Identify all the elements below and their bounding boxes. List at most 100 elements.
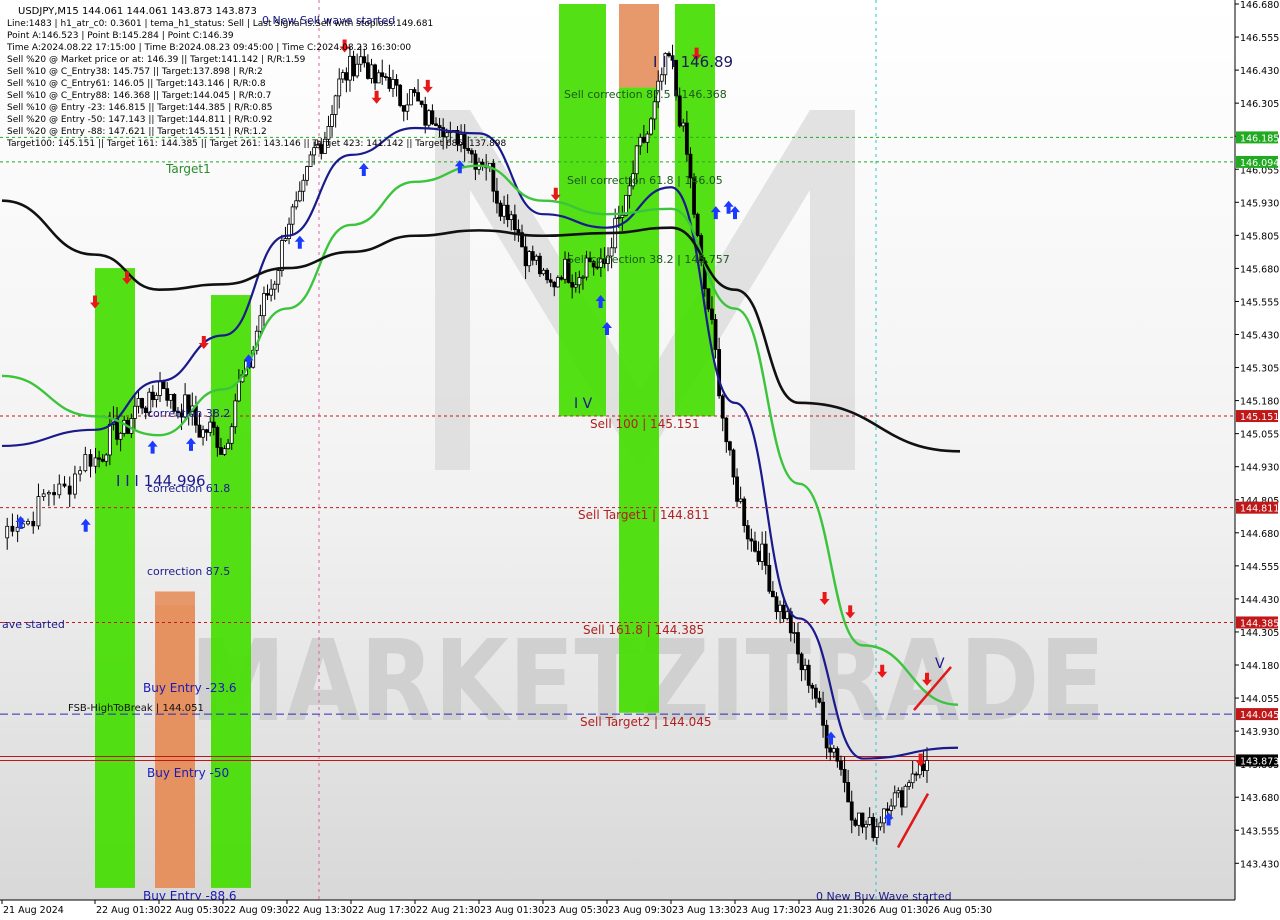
candle-body bbox=[767, 564, 772, 592]
candle-body bbox=[283, 238, 288, 241]
candle-body bbox=[233, 400, 238, 428]
candle-body bbox=[541, 269, 546, 275]
candle-body bbox=[498, 202, 503, 217]
price-tick-label: 145.180 bbox=[1240, 397, 1279, 408]
info-line: Sell %10 @ C_Entry88: 146.368 || Target:… bbox=[7, 91, 271, 101]
price-tick-label: 144.055 bbox=[1240, 694, 1279, 705]
candle-body bbox=[681, 122, 686, 127]
candle-body bbox=[272, 283, 277, 290]
price-tag-label: 144.045 bbox=[1240, 710, 1279, 721]
candle-body bbox=[330, 114, 334, 127]
candle-body bbox=[545, 269, 549, 281]
candle-body bbox=[853, 819, 858, 826]
candle-body bbox=[401, 105, 406, 112]
target1-label: Target1 bbox=[165, 162, 211, 176]
candle-body bbox=[860, 812, 865, 828]
price-tick-label: 145.805 bbox=[1240, 231, 1279, 242]
candle-body bbox=[26, 520, 30, 525]
candle-body bbox=[509, 214, 514, 220]
sell-1618-label: Sell 161.8 | 144.385 bbox=[583, 623, 704, 637]
candle-body bbox=[373, 64, 377, 84]
candle-body bbox=[337, 78, 342, 97]
candle-body bbox=[97, 457, 101, 460]
zone-0 bbox=[95, 268, 135, 888]
chart-window: MARKETZITRADE 0 New Sell wave started 0 … bbox=[0, 0, 1280, 920]
candle-body bbox=[409, 89, 413, 106]
candle-body bbox=[555, 277, 560, 288]
candle-body bbox=[864, 824, 868, 828]
candle-body bbox=[294, 200, 299, 208]
candle-body bbox=[36, 496, 41, 527]
candle-body bbox=[67, 485, 72, 495]
candle-body bbox=[88, 454, 93, 467]
candle-body bbox=[907, 782, 911, 787]
candle-body bbox=[52, 492, 56, 496]
candle-body bbox=[796, 632, 800, 655]
price-tag-label: 144.811 bbox=[1240, 504, 1279, 515]
candle-body bbox=[419, 100, 424, 105]
candle-body bbox=[83, 454, 88, 472]
candle-body bbox=[760, 543, 765, 562]
candle-body bbox=[839, 760, 843, 770]
candle-body bbox=[753, 540, 757, 552]
price-tick-label: 146.680 bbox=[1240, 0, 1279, 11]
candle-body bbox=[710, 308, 714, 320]
candle-body bbox=[813, 687, 818, 699]
candle-body bbox=[763, 543, 768, 566]
candle-body bbox=[512, 214, 517, 230]
info-line: Point A:146.523 | Point B:145.284 | Poin… bbox=[7, 31, 234, 41]
price-tick-label: 145.055 bbox=[1240, 430, 1279, 441]
candle-body bbox=[118, 432, 123, 440]
candle-body bbox=[495, 190, 499, 204]
sell-correction-382-label: Sell correction 38.2 | 145.757 bbox=[567, 253, 730, 266]
time-tick-label: 22 Aug 09:30 bbox=[224, 905, 288, 916]
candle-body bbox=[348, 55, 352, 81]
candle-body bbox=[770, 590, 775, 598]
info-line: Sell %10 @ Entry -23: 146.815 || Target:… bbox=[7, 103, 272, 113]
candle-body bbox=[581, 276, 585, 279]
price-tick-label: 143.430 bbox=[1240, 859, 1279, 870]
candle-body bbox=[896, 790, 901, 794]
candle-body bbox=[365, 62, 370, 79]
price-tick-label: 145.305 bbox=[1240, 364, 1279, 375]
candle-body bbox=[616, 217, 621, 219]
candle-body bbox=[828, 747, 833, 753]
candle-body bbox=[803, 664, 808, 671]
candle-body bbox=[781, 604, 786, 619]
candle-body bbox=[262, 293, 266, 317]
candle-body bbox=[756, 550, 761, 562]
candle-body bbox=[57, 483, 62, 496]
candle-body bbox=[394, 79, 399, 86]
correction-382-label: correction 38.2 bbox=[147, 407, 230, 420]
candle-body bbox=[713, 319, 718, 350]
candle-body bbox=[634, 145, 639, 175]
candle-body bbox=[731, 449, 736, 478]
wave-started-left-label: ave started bbox=[2, 618, 65, 631]
time-tick-label: 26 Aug 05:30 bbox=[928, 905, 992, 916]
candle-body bbox=[785, 611, 790, 619]
candle-body bbox=[297, 190, 302, 202]
price-tick-label: 145.680 bbox=[1240, 264, 1279, 275]
price-tick-label: 145.430 bbox=[1240, 331, 1279, 342]
sell-target1-label: Sell Target1 | 144.811 bbox=[578, 508, 710, 522]
candle-body bbox=[197, 424, 202, 438]
time-tick-label: 22 Aug 01:30 bbox=[96, 905, 160, 916]
candle-body bbox=[846, 782, 851, 803]
candle-body bbox=[505, 204, 510, 220]
candle-body bbox=[874, 826, 879, 838]
candle-body bbox=[444, 132, 449, 138]
zone-3 bbox=[155, 591, 195, 888]
candle-body bbox=[538, 255, 542, 275]
info-line: Line:1483 | h1_atr_c0: 0.3601 | tema_h1_… bbox=[7, 19, 433, 29]
candle-body bbox=[842, 769, 847, 783]
candle-body bbox=[735, 476, 739, 502]
candle-body bbox=[914, 773, 919, 776]
candle-body bbox=[358, 56, 363, 65]
candle-body bbox=[215, 426, 220, 448]
price-tick-label: 143.555 bbox=[1240, 826, 1279, 837]
wave-iii-high-label: I I I 146.89 bbox=[653, 53, 733, 71]
candle-body bbox=[867, 817, 872, 825]
candle-body bbox=[387, 77, 392, 89]
candle-body bbox=[821, 701, 825, 726]
price-tick-label: 144.680 bbox=[1240, 529, 1279, 540]
